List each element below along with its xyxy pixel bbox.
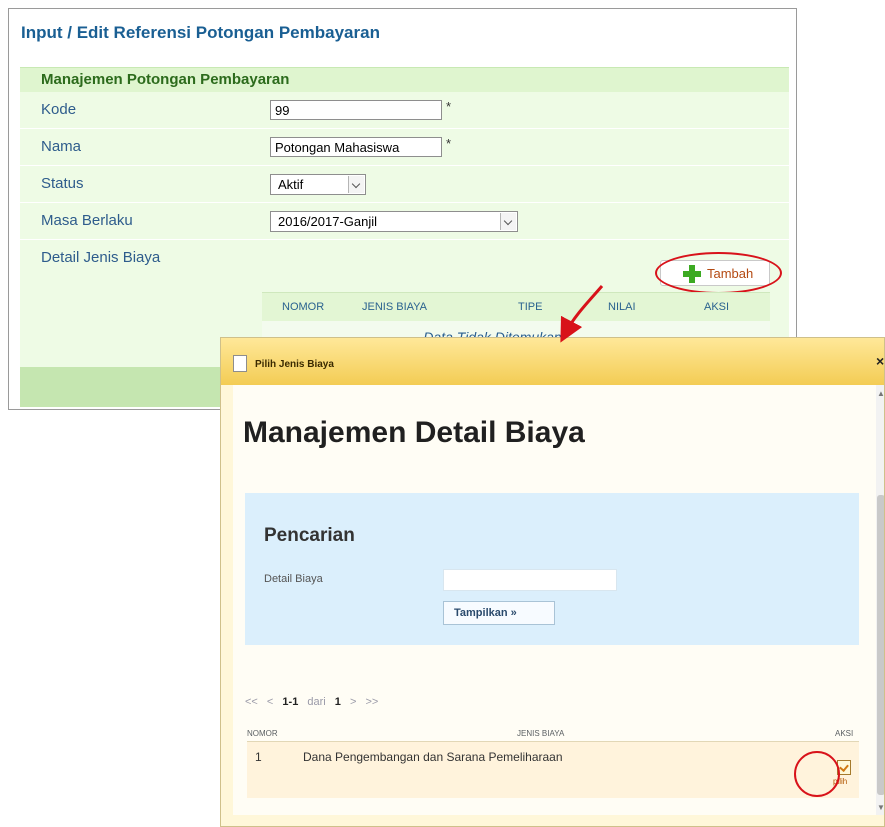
results-table-header: NOMOR JENIS BIAYA AKSI — [247, 727, 859, 742]
masa-berlaku-selected-value: 2016/2017-Ganjil — [278, 214, 378, 229]
col-aksi: AKSI — [704, 301, 730, 313]
row-masa-berlaku: Masa Berlaku 2016/2017-Ganjil — [20, 203, 789, 240]
nama-label: Nama — [41, 138, 82, 155]
status-selected-value: Aktif — [278, 177, 304, 192]
detail-table-header: NOMOR JENIS BIAYA TIPE NILAI AKSI — [262, 292, 770, 321]
col-tipe: TIPE — [518, 301, 543, 313]
table-row: 1 Dana Pengembangan dan Sarana Pemelihar… — [247, 742, 859, 798]
form-section-header: Manajemen Potongan Pembayaran — [20, 67, 789, 92]
status-label: Status — [41, 175, 84, 192]
row-jenis-biaya: Dana Pengembangan dan Sarana Pemeliharaa… — [303, 750, 563, 764]
nama-required-mark: * — [446, 136, 452, 151]
pager-total: 1 — [334, 696, 341, 708]
pager-last[interactable]: >> — [365, 696, 378, 708]
res-col-jenis-biaya: JENIS BIAYA — [517, 729, 565, 738]
res-col-aksi: AKSI — [835, 729, 854, 738]
masa-berlaku-label: Masa Berlaku — [41, 212, 133, 229]
detail-biaya-label: Detail Biaya — [264, 573, 323, 585]
row-nomor: 1 — [255, 750, 262, 764]
close-icon[interactable]: × — [876, 353, 884, 369]
col-nomor: NOMOR — [282, 301, 325, 313]
document-icon — [233, 355, 247, 372]
annotation-circle-pilih — [794, 751, 840, 797]
pager-dari: dari — [307, 696, 326, 708]
dialog-heading: Manajemen Detail Biaya — [243, 416, 585, 449]
pagination: << < 1-1 dari 1 > >> — [245, 696, 384, 708]
search-panel: Pencarian Detail Biaya Tampilkan » — [245, 493, 859, 645]
dialog-title: Pilih Jenis Biaya — [255, 359, 334, 370]
nama-input[interactable]: Potongan Mahasiswa — [270, 137, 442, 157]
tampilkan-button[interactable]: Tampilkan » — [443, 601, 555, 625]
row-kode: Kode 99 * — [20, 92, 789, 129]
annotation-circle-tambah — [655, 252, 782, 294]
scroll-up-icon[interactable]: ▲ — [877, 389, 884, 398]
masa-berlaku-select[interactable]: 2016/2017-Ganjil — [270, 211, 518, 232]
section-title: Manajemen Potongan Pembayaran — [41, 71, 290, 88]
kode-label: Kode — [41, 101, 77, 118]
row-nama: Nama Potongan Mahasiswa * — [20, 129, 789, 166]
pager-prev[interactable]: < — [267, 696, 273, 708]
dialog-titlebar[interactable]: Pilih Jenis Biaya × — [221, 338, 884, 385]
status-select[interactable]: Aktif — [270, 174, 366, 195]
kode-input[interactable]: 99 — [270, 100, 442, 120]
chevron-down-icon — [500, 213, 516, 230]
page-title: Input / Edit Referensi Potongan Pembayar… — [21, 23, 380, 42]
detail-jenis-biaya-label: Detail Jenis Biaya — [41, 249, 161, 266]
tampilkan-label: Tampilkan » — [454, 607, 517, 619]
detail-biaya-input[interactable] — [443, 569, 617, 591]
chevron-down-icon — [348, 176, 364, 193]
row-status: Status Aktif — [20, 166, 789, 203]
pager-first[interactable]: << — [245, 696, 258, 708]
pager-next[interactable]: > — [350, 696, 356, 708]
pager-range: 1-1 — [282, 696, 299, 708]
res-col-nomor: NOMOR — [247, 729, 278, 738]
pilih-jenis-biaya-dialog: Pilih Jenis Biaya × Manajemen Detail Bia… — [220, 337, 885, 827]
dialog-scrollbar[interactable]: ▲ ▼ — [876, 385, 884, 815]
col-nilai: NILAI — [608, 301, 636, 313]
scroll-down-icon[interactable]: ▼ — [877, 803, 884, 812]
search-title: Pencarian — [264, 525, 355, 546]
kode-required-mark: * — [446, 99, 452, 114]
col-jenis-biaya: JENIS BIAYA — [362, 301, 428, 313]
scroll-thumb[interactable] — [877, 495, 884, 795]
